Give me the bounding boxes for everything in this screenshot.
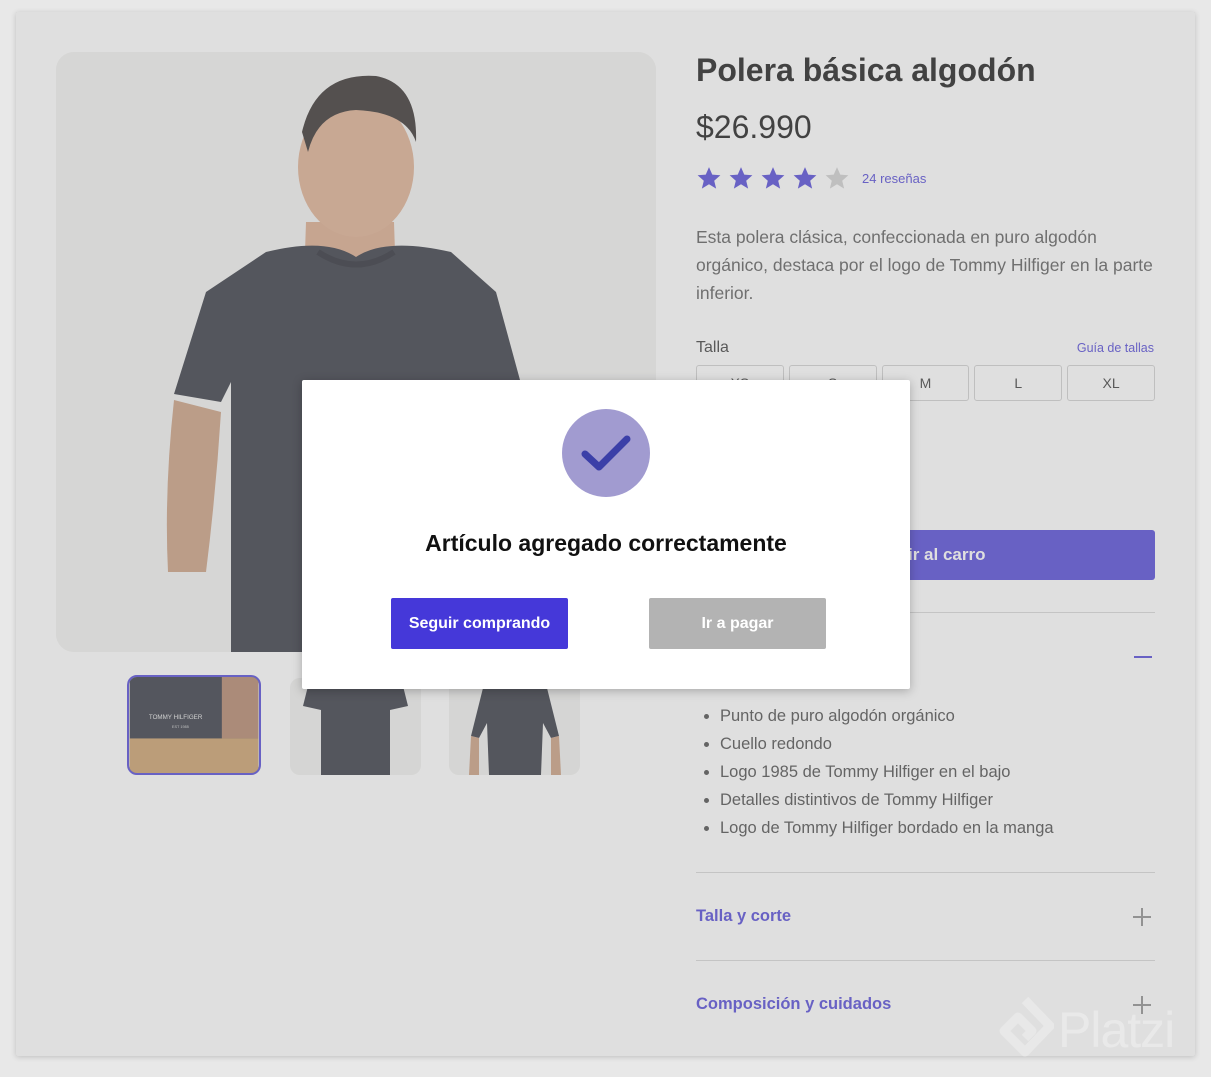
checkmark-icon bbox=[581, 435, 631, 471]
go-to-pay-button[interactable]: Ir a pagar bbox=[649, 598, 826, 649]
added-to-cart-modal: Artículo agregado correctamente Seguir c… bbox=[302, 380, 910, 689]
watermark-text: Platzi bbox=[1058, 1002, 1175, 1058]
continue-shopping-button[interactable]: Seguir comprando bbox=[391, 598, 568, 649]
platzi-watermark: Platzi bbox=[996, 996, 1175, 1064]
success-check-icon bbox=[562, 409, 650, 497]
modal-title: Artículo agregado correctamente bbox=[425, 530, 787, 556]
platzi-logo-icon bbox=[999, 996, 1054, 1057]
